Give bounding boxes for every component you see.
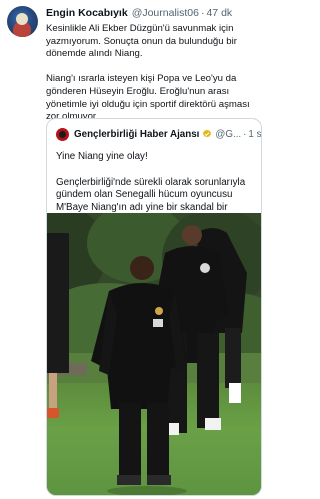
tweet-header: Engin Kocabıyık @Journalist06 · 47 dk <box>46 6 261 22</box>
club-logo[interactable] <box>56 127 69 141</box>
quoted-separator: · <box>243 128 247 140</box>
tweet-time[interactable]: 47 dk <box>206 6 232 22</box>
quoted-line-1: Yine Niang yine olay! <box>56 151 148 162</box>
tweet-paragraph-2-text: Niang'ı ısrarla isteyen kişi Popa ve Leo… <box>46 73 250 123</box>
quoted-tweet[interactable]: Gençlerbirliği Haber Ajansı @G... · 1 sa… <box>46 118 262 496</box>
author-avatar[interactable] <box>7 6 38 37</box>
players-illustration <box>47 225 247 495</box>
author-handle[interactable]: @Journalist06 <box>132 6 199 22</box>
quoted-author-name[interactable]: Gençlerbirliği Haber Ajansı <box>74 129 199 140</box>
quoted-photo[interactable] <box>47 213 261 495</box>
author-name[interactable]: Engin Kocabıyık <box>46 6 128 22</box>
quoted-author-handle[interactable]: @G... <box>215 129 241 140</box>
tweet[interactable]: Engin Kocabıyık @Journalist06 · 47 dk Ke… <box>0 0 267 499</box>
header-separator: · <box>200 7 205 19</box>
quoted-time[interactable]: 1 sa <box>248 129 261 140</box>
verified-badge-icon <box>203 129 212 138</box>
quoted-tweet-header: Gençlerbirliği Haber Ajansı @G... · 1 sa <box>56 127 261 141</box>
tweet-paragraph-1: Kesinlikle Ali Ekber Düzgün'ü savunmak i… <box>46 23 237 60</box>
